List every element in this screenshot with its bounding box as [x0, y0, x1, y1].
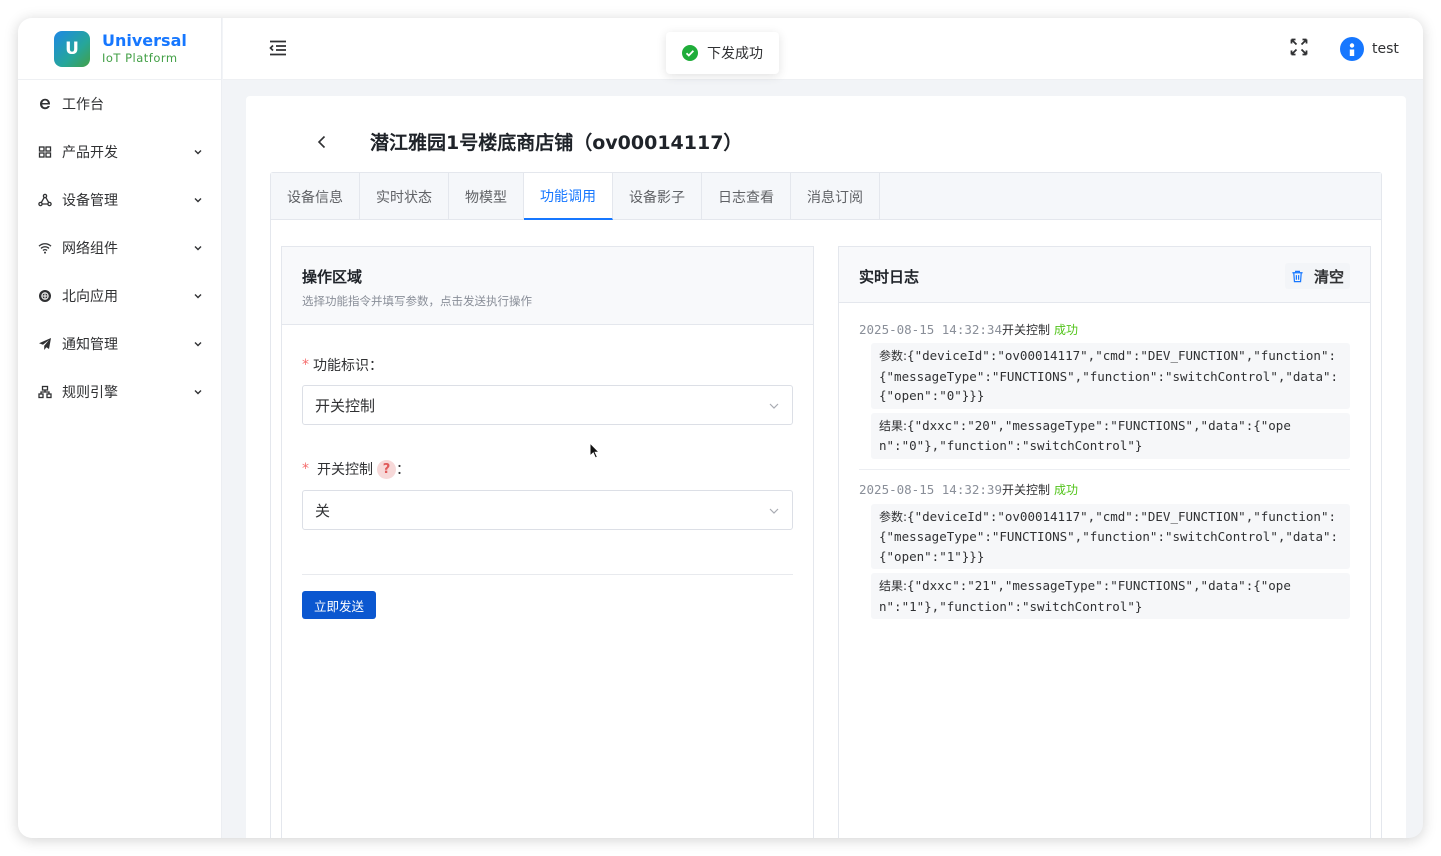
top-header: test [223, 18, 1423, 80]
function-select-value: 开关控制 [315, 396, 376, 415]
logo[interactable]: U Universal IoT Platform [18, 18, 221, 80]
send-icon [38, 337, 52, 351]
sidebar-item-rules[interactable]: 规则引擎 [18, 368, 221, 416]
function-select[interactable]: 开关控制 [302, 385, 793, 425]
sidebar-item-device[interactable]: 设备管理 [18, 176, 221, 224]
log-list: 2025-08-15 14:32:34 开关控制 成功 参数:{"deviceI… [859, 319, 1350, 639]
logo-badge: U [54, 30, 90, 67]
app-name: Universal [102, 31, 187, 51]
grid-icon [38, 145, 52, 159]
user-menu[interactable]: test [1340, 37, 1399, 61]
chevron-down-icon [769, 403, 779, 409]
tab-thing-model[interactable]: 物模型 [449, 173, 524, 220]
log-time: 2025-08-15 14:32:34 [859, 321, 1002, 337]
nodes-icon [38, 193, 52, 207]
tabs-container: 设备信息 实时状态 物模型 功能调用 设备影子 日志查看 消息订阅 操作区域 选… [270, 172, 1382, 838]
tab-function-call[interactable]: 功能调用 [524, 173, 613, 220]
globe-icon [38, 289, 52, 303]
sidebar-item-workbench[interactable]: 工作台 [18, 80, 221, 128]
send-now-button[interactable]: 立即发送 [302, 591, 377, 619]
sidebar-item-product[interactable]: 产品开发 [18, 128, 221, 176]
menu-collapse-icon[interactable] [268, 38, 288, 58]
log-function-name: 开关控制 [1002, 322, 1051, 337]
help-icon[interactable]: ? [377, 459, 396, 479]
divider [302, 574, 793, 575]
log-status: 成功 [1054, 322, 1079, 337]
wifi-icon [38, 241, 52, 255]
realtime-log-panel: 实时日志 清空 2025-08-15 14:32:34 开关控制 成功 参数:{… [838, 246, 1371, 838]
function-label: * 功能标识： [302, 357, 383, 374]
tab-realtime-status[interactable]: 实时状态 [360, 173, 449, 220]
tab-device-shadow[interactable]: 设备影子 [613, 173, 702, 220]
trash-icon [1292, 270, 1303, 282]
log-result: 结果:{"dxxc":"21","messageType":"FUNCTIONS… [871, 573, 1350, 619]
chevron-down-icon [193, 195, 203, 205]
check-circle-icon [682, 45, 698, 61]
operation-subtitle: 选择功能指令并填写参数，点击发送执行操作 [302, 294, 532, 308]
app-subtitle: IoT Platform [102, 50, 178, 65]
user-icon [1349, 43, 1355, 56]
clear-log-button[interactable]: 清空 [1284, 263, 1350, 289]
chevron-down-icon [193, 339, 203, 349]
mouse-cursor-icon [589, 442, 601, 459]
chevron-down-icon [193, 147, 203, 157]
log-params: 参数:{"deviceId":"ov00014117","cmd":"DEV_F… [871, 503, 1350, 569]
log-params: 参数:{"deviceId":"ov00014117","cmd":"DEV_F… [871, 343, 1350, 409]
fullscreen-icon[interactable] [1289, 37, 1309, 57]
switch-select[interactable]: 关 [302, 490, 793, 530]
user-name: test [1372, 41, 1399, 57]
tab-log-view[interactable]: 日志查看 [702, 173, 791, 220]
required-mark: * [302, 357, 309, 373]
sidebar-item-notify[interactable]: 通知管理 [18, 320, 221, 368]
chevron-down-icon [193, 291, 203, 301]
ie-icon [38, 97, 52, 111]
toast-text: 下发成功 [707, 46, 763, 62]
app-window: U Universal IoT Platform 工作台 产品开发 设备管理 网… [18, 18, 1423, 838]
sidebar-item-network[interactable]: 网络组件 [18, 224, 221, 272]
success-toast: 下发成功 [666, 32, 779, 74]
log-status: 成功 [1054, 483, 1079, 497]
switch-select-value: 关 [315, 501, 331, 520]
log-time: 2025-08-15 14:32:39 [859, 482, 1002, 497]
tab-device-info[interactable]: 设备信息 [271, 173, 360, 220]
log-function-name: 开关控制 [1002, 483, 1051, 497]
log-entry: 2025-08-15 14:32:34 开关控制 成功 参数:{"deviceI… [859, 319, 1350, 470]
sidebar-item-northbound[interactable]: 北向应用 [18, 272, 221, 320]
log-entry: 2025-08-15 14:32:39 开关控制 成功 参数:{"deviceI… [859, 480, 1350, 630]
flow-icon [38, 385, 52, 399]
chevron-down-icon [769, 508, 779, 514]
chevron-down-icon [193, 387, 203, 397]
avatar [1340, 37, 1364, 61]
page-title: 潜江雅园1号楼底商店铺（ov00014117） [370, 132, 743, 154]
required-mark: * [302, 461, 309, 477]
log-result: 结果:{"dxxc":"20","messageType":"FUNCTIONS… [871, 412, 1350, 459]
operation-panel: 操作区域 选择功能指令并填写参数，点击发送执行操作 * 功能标识： 开关控制 *… [281, 246, 814, 838]
operation-title: 操作区域 [302, 268, 363, 286]
sidebar-menu: 工作台 产品开发 设备管理 网络组件 北向应用 通知管理 规则引擎 [18, 80, 221, 416]
tab-message-subscribe[interactable]: 消息订阅 [791, 173, 880, 220]
tab-bar: 设备信息 实时状态 物模型 功能调用 设备影子 日志查看 消息订阅 [271, 173, 1381, 220]
switch-label: * 开关控制 ? ： [302, 459, 410, 479]
back-icon[interactable] [314, 134, 330, 150]
log-title: 实时日志 [859, 268, 920, 286]
content-card: 潜江雅园1号楼底商店铺（ov00014117） 设备信息 实时状态 物模型 功能… [246, 96, 1406, 838]
chevron-down-icon [193, 243, 203, 253]
sidebar: U Universal IoT Platform 工作台 产品开发 设备管理 网… [18, 18, 222, 838]
